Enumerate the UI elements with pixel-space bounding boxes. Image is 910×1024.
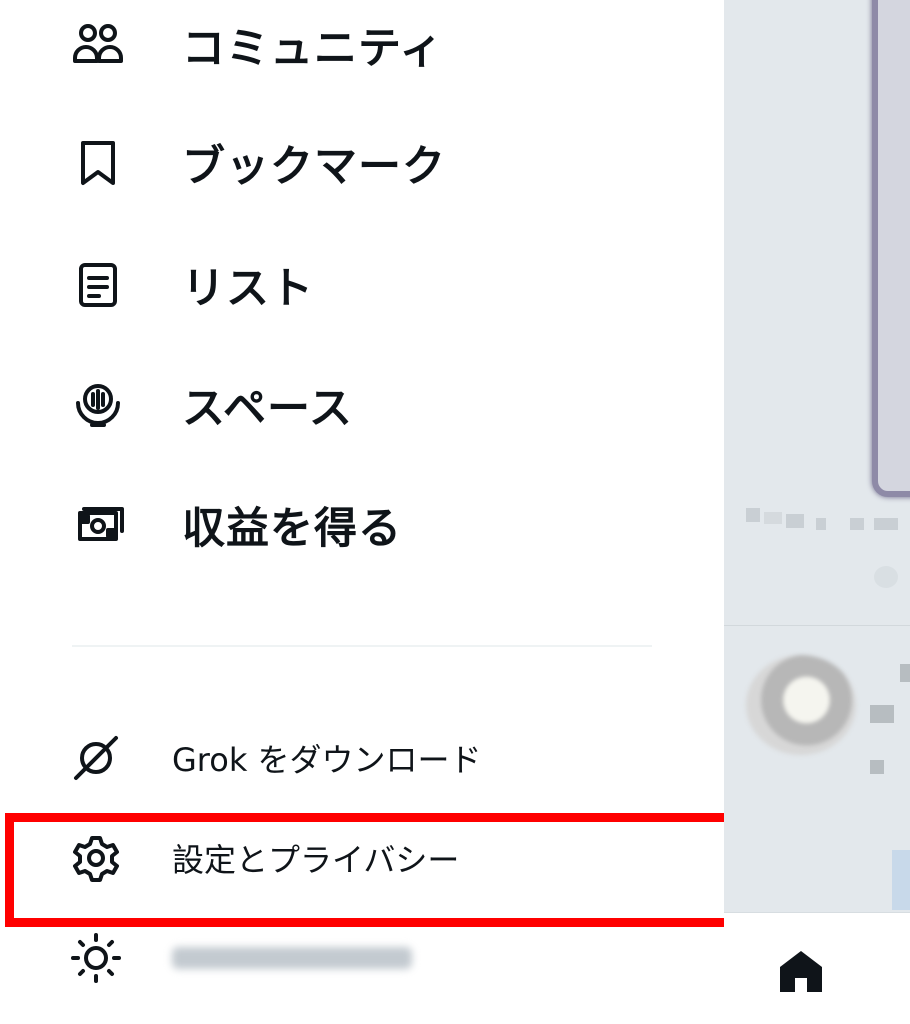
nav-label-monetization: 収益を得る <box>182 504 402 554</box>
avatar <box>746 655 856 755</box>
bottom-nav <box>724 912 910 1024</box>
bookmark-icon <box>70 135 126 191</box>
pixelated-text <box>870 760 884 774</box>
pixelated-text <box>786 514 804 528</box>
nav-item-communities[interactable]: コミュニティ <box>0 0 724 100</box>
nav-item-bookmarks[interactable]: ブックマーク <box>0 108 724 218</box>
monetization-icon <box>70 497 126 553</box>
pixelated-text <box>900 664 910 682</box>
grok-icon <box>70 732 122 784</box>
nav-item-spaces[interactable]: スペース <box>0 350 724 460</box>
list-icon <box>70 257 126 313</box>
pixelated-text <box>850 518 864 530</box>
spaces-icon <box>70 377 126 433</box>
timeline-backdrop <box>724 0 910 1024</box>
pixelated-text <box>746 508 760 522</box>
nav-label-spaces: スペース <box>182 384 353 434</box>
media-card <box>872 0 910 497</box>
nav-label-settings-privacy: 設定とプライバシー <box>172 841 460 879</box>
communities-icon <box>70 17 126 73</box>
nav-item-monetization[interactable]: 収益を得る <box>0 470 724 580</box>
blurred-label-placeholder <box>172 947 412 969</box>
home-tab[interactable] <box>776 946 826 996</box>
pixelated-reply-icon <box>874 566 898 588</box>
pixelated-link <box>892 850 910 910</box>
pixelated-text <box>870 705 894 723</box>
home-icon <box>780 951 822 992</box>
navigation-drawer: コミュニティ ブックマーク リスト スペース 収益を得る Grok をダウンロー… <box>0 0 733 1024</box>
nav-item-settings-privacy[interactable]: 設定とプライバシー <box>0 812 724 904</box>
pixelated-text <box>816 518 826 530</box>
nav-label-bookmarks: ブックマーク <box>182 142 446 192</box>
nav-item-lists[interactable]: リスト <box>0 230 724 340</box>
nav-label-grok-download: Grok をダウンロード <box>172 741 482 779</box>
nav-item-grok-download[interactable]: Grok をダウンロード <box>0 712 724 804</box>
divider <box>72 645 652 647</box>
tweet-divider <box>724 625 910 626</box>
pixelated-text <box>874 518 898 530</box>
nav-item-help-center[interactable] <box>0 912 724 1004</box>
pixelated-text <box>764 512 782 524</box>
gear-icon <box>70 832 122 884</box>
nav-label-lists: リスト <box>182 264 314 314</box>
sun-icon <box>70 932 122 984</box>
nav-label-communities: コミュニティ <box>182 24 444 74</box>
